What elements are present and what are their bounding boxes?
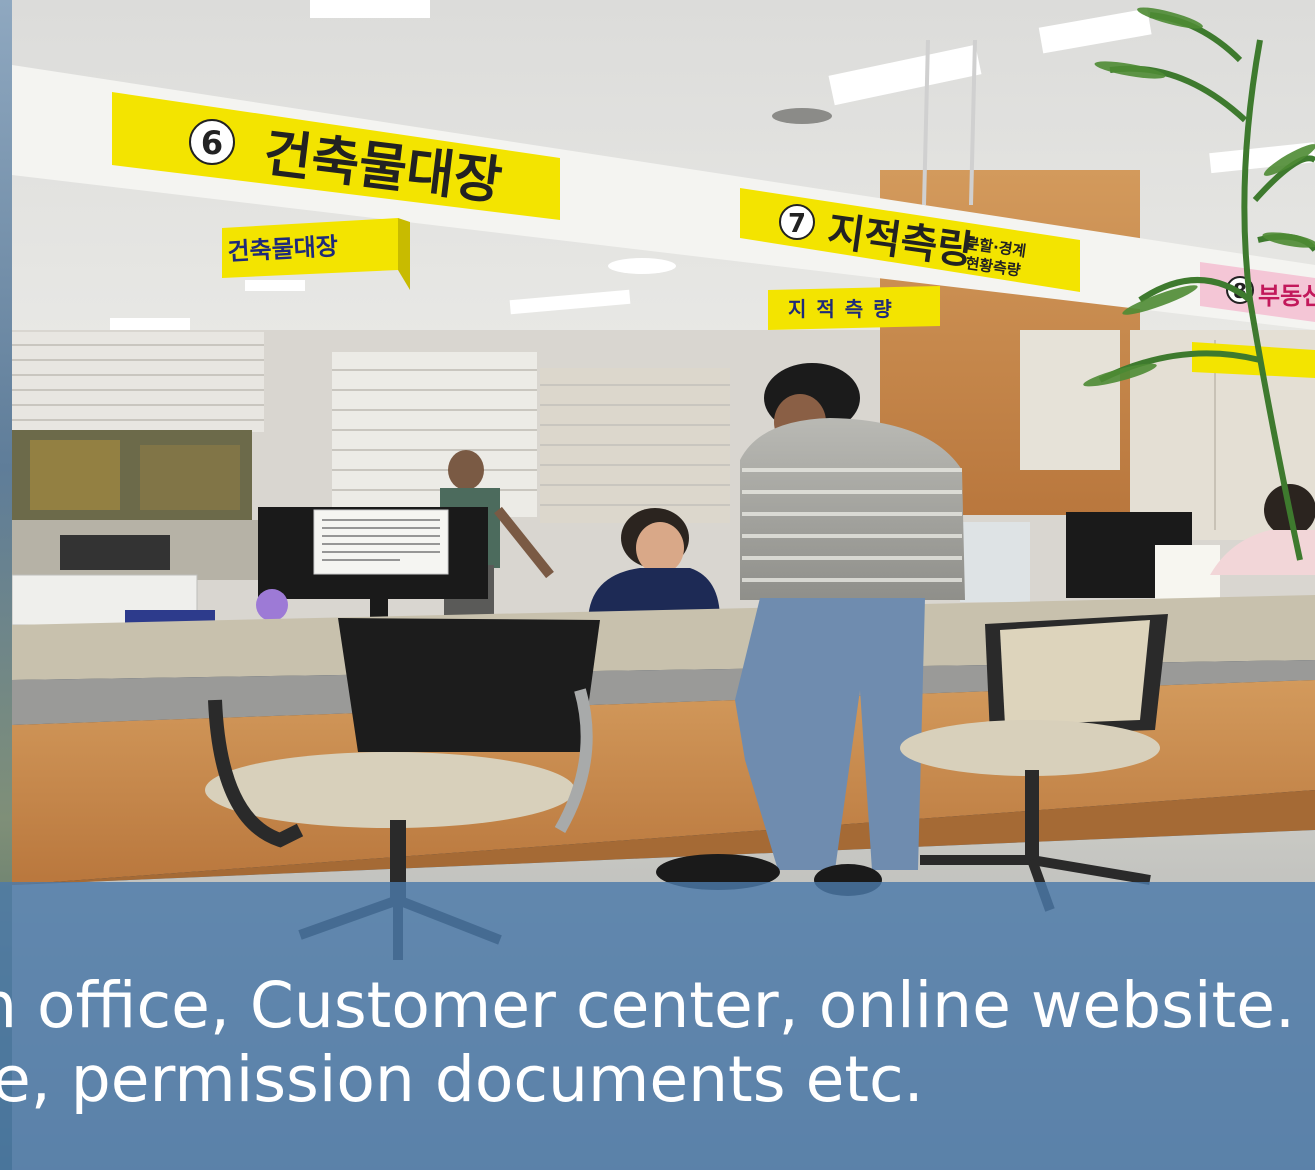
counter-6-hanging-label: 건축물대장 [227,232,339,266]
counter-8-title: 부동산 [1258,282,1315,310]
flowers [256,589,288,621]
caption-line-1: anch office, Customer center, online web… [0,969,1295,1042]
counter-7-number: 7 [788,209,806,239]
counter-7-hanging-sign: 지적측량 [768,286,940,330]
counter-7-hanging-label: 지적측량 [788,297,902,321]
ceiling-speaker [772,108,832,124]
counter-6-number: 6 [201,124,223,162]
brochure-stand [960,522,1030,602]
caption-overlay: anch office, Customer center, online web… [0,882,1315,1170]
photo-slide: 6 건축물대장 건축물대장 7 지적측량 분할·경계 현황측량 지적측량 8 부… [0,0,1315,1170]
caption-line-2: e, permission documents etc. [0,1043,924,1116]
